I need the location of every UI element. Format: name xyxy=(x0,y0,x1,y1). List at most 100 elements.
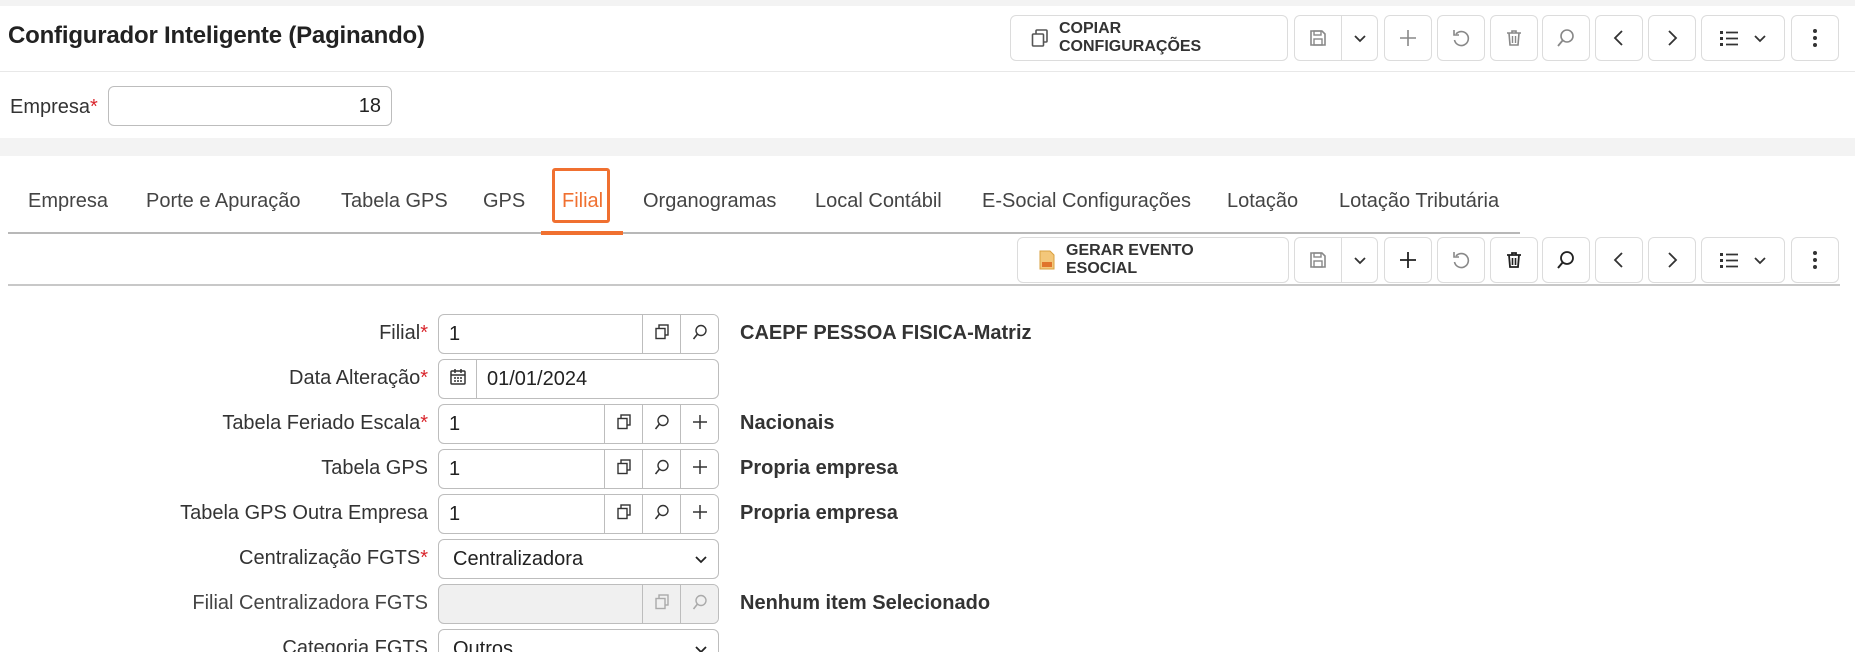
centralizacao-fgts-select[interactable]: Centralizadora xyxy=(438,539,719,579)
tabela-gps-search-button[interactable] xyxy=(642,450,680,488)
empresa-input[interactable] xyxy=(108,86,392,126)
next-button[interactable] xyxy=(1648,15,1696,61)
filial-description: CAEPF PESSOA FISICA-Matriz xyxy=(740,322,1032,344)
filial-input[interactable]: 1 xyxy=(439,315,642,353)
required-mark: * xyxy=(420,547,428,569)
tab-empresa[interactable]: Empresa xyxy=(28,190,108,213)
tabela-gps-copy-button[interactable] xyxy=(604,450,642,488)
tab-focus-outline xyxy=(552,168,610,223)
filial-centralizadora-search-button[interactable] xyxy=(680,585,718,623)
filial-label-text: Filial xyxy=(379,322,421,344)
tabela-gps-outra-add-button[interactable] xyxy=(680,495,718,533)
list-icon xyxy=(1719,29,1739,47)
more-vertical-icon xyxy=(1812,250,1818,270)
undo-icon xyxy=(1451,250,1471,270)
tabela-gps-outra-copy-button[interactable] xyxy=(604,495,642,533)
tab-organogramas[interactable]: Organogramas xyxy=(643,190,776,213)
copy-icon xyxy=(654,323,670,345)
search-icon xyxy=(692,324,708,345)
sub-search-button[interactable] xyxy=(1542,237,1590,283)
sub-undo-button[interactable] xyxy=(1437,237,1485,283)
chevron-down-icon xyxy=(1353,253,1367,267)
add-button[interactable] xyxy=(1384,15,1432,61)
centralizacao-fgts-label: Centralização FGTS* xyxy=(8,547,428,570)
chevron-down-icon xyxy=(1753,253,1767,267)
plus-icon xyxy=(692,459,708,480)
sub-next-button[interactable] xyxy=(1648,237,1696,283)
categoria-fgts-select[interactable]: Outros xyxy=(438,629,719,652)
tabela-feriado-search-button[interactable] xyxy=(642,405,680,443)
tabela-gps-field: 1 xyxy=(438,449,719,489)
tabela-gps-outra-field: 1 xyxy=(438,494,719,534)
undo-button[interactable] xyxy=(1437,15,1485,61)
search-button[interactable] xyxy=(1542,15,1590,61)
tabela-gps-add-button[interactable] xyxy=(680,450,718,488)
filial-centralizadora-copy-button[interactable] xyxy=(642,585,680,623)
tabela-gps-outra-search-button[interactable] xyxy=(642,495,680,533)
generate-esocial-event-button[interactable]: GERAR EVENTO ESOCIAL xyxy=(1017,237,1289,283)
copy-icon xyxy=(654,593,670,615)
copy-icon xyxy=(616,413,632,435)
delete-button[interactable] xyxy=(1490,15,1538,61)
required-mark: * xyxy=(420,412,428,434)
tabela-feriado-copy-button[interactable] xyxy=(604,405,642,443)
chevron-down-icon xyxy=(1353,31,1367,45)
tabela-feriado-description: Nacionais xyxy=(740,412,835,434)
trash-icon xyxy=(1504,28,1524,48)
tab-bar: Empresa Porte e Apuração Tabela GPS GPS … xyxy=(8,156,1520,234)
empresa-label: Empresa* xyxy=(10,96,98,119)
search-icon xyxy=(1556,28,1576,48)
calendar-button[interactable] xyxy=(439,360,477,398)
save-button[interactable] xyxy=(1294,15,1342,61)
categoria-fgts-value: Outros xyxy=(453,637,514,652)
more-vertical-icon xyxy=(1812,28,1818,48)
document-icon xyxy=(1038,250,1056,270)
tab-porte-apuracao[interactable]: Porte e Apuração xyxy=(146,190,301,213)
more-options-button[interactable] xyxy=(1791,15,1839,61)
chevron-right-icon xyxy=(1662,28,1682,48)
trash-icon xyxy=(1504,250,1524,270)
chevron-down-icon xyxy=(1753,31,1767,45)
page-title: Configurador Inteligente (Paginando) xyxy=(8,22,425,49)
active-tab-indicator xyxy=(541,231,623,235)
tabela-gps-input[interactable]: 1 xyxy=(439,450,604,488)
tab-lotacao[interactable]: Lotação xyxy=(1227,190,1298,213)
tabela-feriado-input[interactable]: 1 xyxy=(439,405,604,443)
tab-lotacao-tributaria[interactable]: Lotação Tributária xyxy=(1339,190,1499,213)
list-view-dropdown[interactable] xyxy=(1701,15,1785,61)
sub-delete-button[interactable] xyxy=(1490,237,1538,283)
tabela-feriado-field: 1 xyxy=(438,404,719,444)
filial-centralizadora-field xyxy=(438,584,719,624)
tab-tabela-gps[interactable]: Tabela GPS xyxy=(341,190,448,213)
tabela-gps-outra-input[interactable]: 1 xyxy=(439,495,604,533)
search-icon xyxy=(654,459,670,480)
filial-field: 1 xyxy=(438,314,719,354)
chevron-down-icon xyxy=(694,552,708,566)
sub-list-view-dropdown[interactable] xyxy=(1701,237,1785,283)
filial-centralizadora-input[interactable] xyxy=(439,585,642,623)
sub-more-options-button[interactable] xyxy=(1791,237,1839,283)
copy-config-button[interactable]: COPIAR CONFIGURAÇÕES xyxy=(1010,15,1288,61)
centralizacao-fgts-value: Centralizadora xyxy=(453,547,584,570)
list-icon xyxy=(1719,251,1739,269)
tab-esocial-configuracoes[interactable]: E-Social Configurações xyxy=(982,190,1191,213)
tabela-feriado-add-button[interactable] xyxy=(680,405,718,443)
filial-copy-button[interactable] xyxy=(642,315,680,353)
tab-local-contabil[interactable]: Local Contábil xyxy=(815,190,942,213)
required-mark: * xyxy=(90,96,98,118)
plus-icon xyxy=(1398,250,1418,270)
tab-gps[interactable]: GPS xyxy=(483,190,525,213)
centralizacao-fgts-label-text: Centralização FGTS xyxy=(239,547,421,569)
sub-save-button[interactable] xyxy=(1294,237,1342,283)
tabela-gps-outra-description: Propria empresa xyxy=(740,502,898,524)
data-alteracao-input[interactable]: 01/01/2024 xyxy=(477,360,718,398)
subtoolbar-divider xyxy=(8,284,1840,286)
sub-previous-button[interactable] xyxy=(1595,237,1643,283)
sub-add-button[interactable] xyxy=(1384,237,1432,283)
tabela-feriado-label-text: Tabela Feriado Escala xyxy=(222,412,421,434)
empresa-row: Empresa* xyxy=(0,72,1855,138)
sub-save-options-dropdown[interactable] xyxy=(1342,237,1378,283)
save-options-dropdown[interactable] xyxy=(1342,15,1378,61)
filial-search-button[interactable] xyxy=(680,315,718,353)
previous-button[interactable] xyxy=(1595,15,1643,61)
